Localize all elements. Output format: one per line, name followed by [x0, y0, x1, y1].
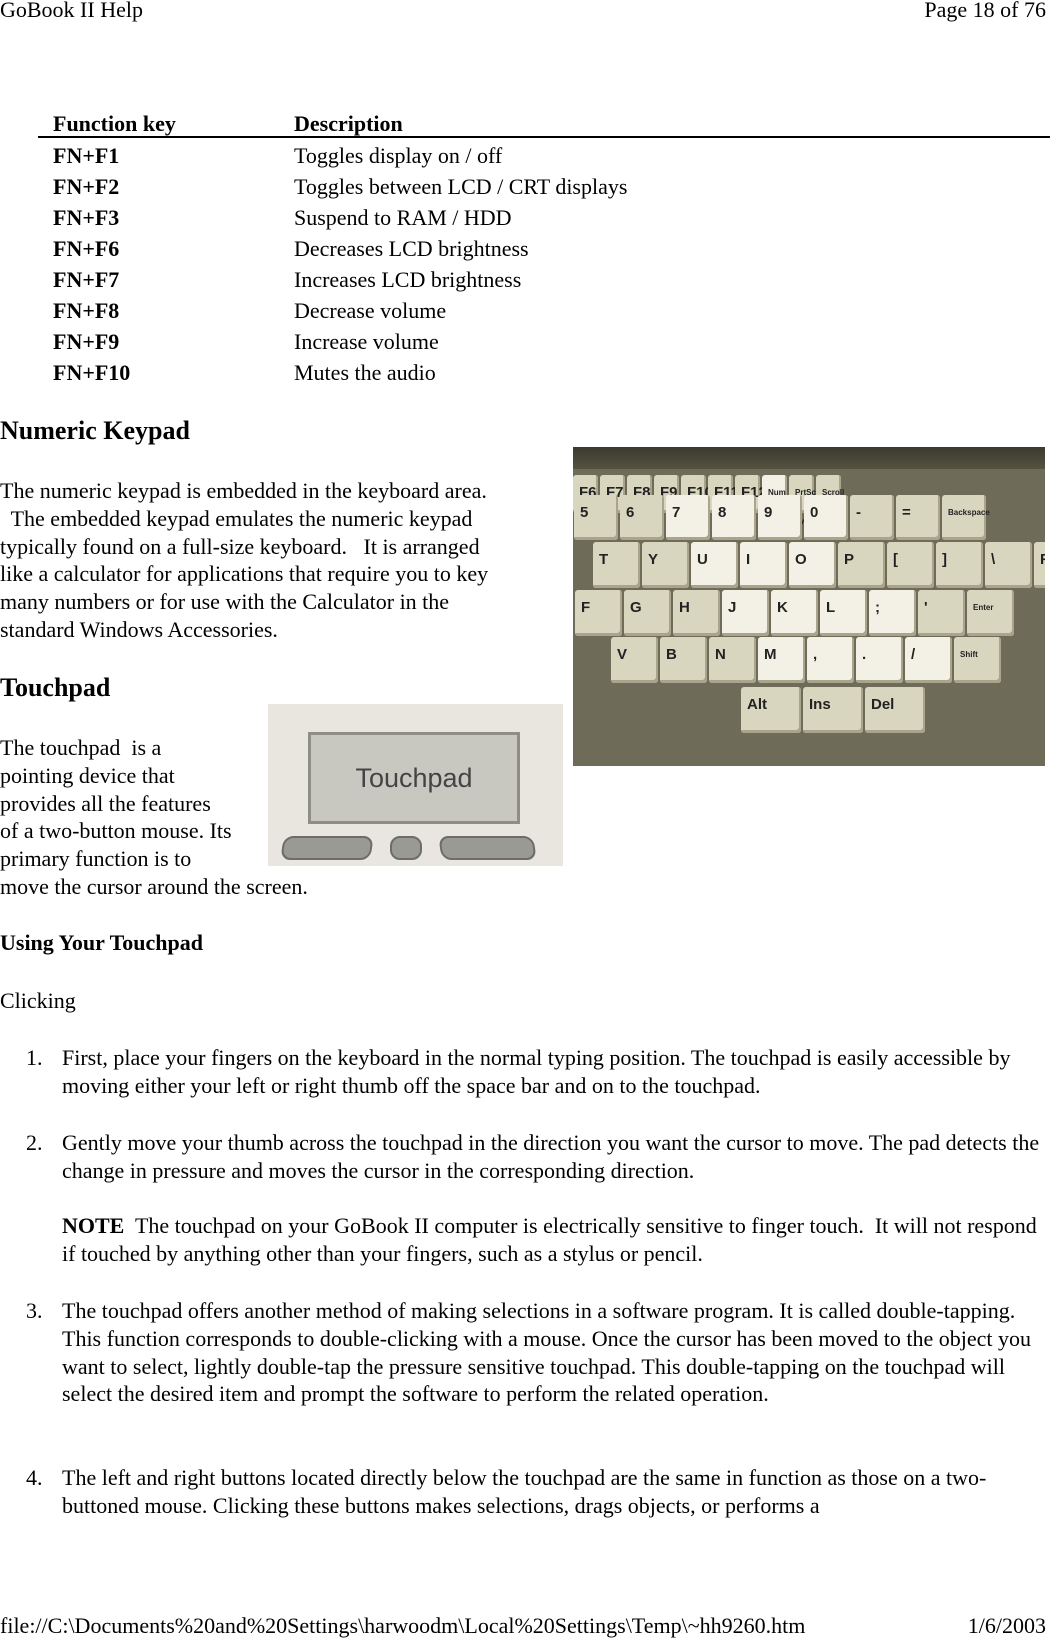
function-key: FN+F6 — [53, 236, 120, 261]
keyboard-key: G — [624, 590, 671, 636]
page-number: Page 18 of 76 — [924, 0, 1046, 22]
description: Toggles display on / off — [294, 143, 503, 168]
table-divider — [38, 136, 1050, 138]
text-line: The numeric keypad is embedded in the ke… — [0, 478, 487, 503]
numeric-keypad-text: The numeric keypad is embedded in the ke… — [0, 477, 488, 644]
keyboard-key: I — [740, 542, 787, 588]
keyboard-key: N — [709, 637, 756, 683]
keyboard-key: F — [575, 590, 622, 636]
touchpad-heading: Touchpad — [0, 673, 111, 702]
keyboard-key: J — [722, 590, 769, 636]
description: Increase volume — [294, 329, 439, 354]
keyboard-key: 9 — [758, 495, 802, 540]
list-text: Gently move your thumb across the touchp… — [62, 1130, 1040, 1183]
keyboard-key: K — [771, 590, 818, 636]
function-key: FN+F3 — [53, 205, 120, 230]
keyboard-key: Alt — [741, 687, 801, 733]
text-line: standard Windows Accessories. — [0, 616, 278, 642]
keyboard-key: \ — [985, 542, 1032, 588]
list-number: 2. — [26, 1130, 43, 1155]
keyboard-key: = — [896, 495, 940, 540]
description: Increases LCD brightness — [294, 267, 522, 292]
keyboard-key: L — [820, 590, 867, 636]
text-line: primary function is to — [0, 846, 192, 872]
keyboard-key: Del — [865, 687, 925, 733]
list-text: The left and right buttons located direc… — [62, 1465, 987, 1518]
keyboard-key: H — [673, 590, 720, 636]
keyboard-key: , — [807, 637, 854, 683]
keyboard-image: F6F7F8F9F10F11F12Num LockPrtSc SysRqScro… — [573, 447, 1045, 766]
text-line: provides all the features — [0, 790, 211, 816]
text-line: of a two-button mouse. Its — [0, 818, 232, 844]
touchpad-image: Touchpad — [268, 704, 563, 866]
keyboard-key: - — [850, 495, 894, 540]
function-key: FN+F9 — [53, 329, 120, 354]
right-button — [438, 836, 537, 860]
keyboard-key: M — [758, 637, 805, 683]
text-line: like a calculator for applications that … — [0, 561, 489, 587]
keyboard-key: T — [593, 542, 640, 588]
text-line: The touchpad is a — [0, 735, 162, 760]
keyboard-key: O — [789, 542, 836, 588]
keyboard-key: 7 — [666, 495, 710, 540]
clicking-subheading: Clicking — [0, 988, 76, 1013]
keyboard-key: P — [838, 542, 885, 588]
text-line: The embedded keypad emulates the numeric… — [0, 505, 473, 531]
footer-path: file://C:\Documents%20and%20Settings\har… — [0, 1613, 806, 1638]
keyboard-key: 0 — [804, 495, 848, 540]
text-line: many numbers or for use with the Calcula… — [0, 589, 450, 615]
header-title: GoBook II Help — [0, 0, 143, 22]
keyboard-key: . — [856, 637, 903, 683]
text-line: move the cursor around the screen. — [0, 873, 308, 899]
keyboard-key: ] — [936, 542, 983, 588]
function-key: FN+F2 — [53, 174, 120, 199]
numeric-keypad-heading: Numeric Keypad — [0, 416, 190, 445]
description: Mutes the audio — [294, 360, 436, 385]
keyboard-key: ' — [918, 590, 965, 636]
keyboard-key: Backspace — [942, 495, 990, 540]
function-key: FN+F7 — [53, 267, 120, 292]
text-line: typically found on a full-size keyboard.… — [0, 533, 480, 559]
note-text: The touchpad on your GoBook II computer … — [62, 1213, 1043, 1266]
list-text: The touchpad offers another method of ma… — [62, 1298, 1031, 1407]
keyboard-key: Ins — [803, 687, 863, 733]
keyboard-key: B — [660, 637, 707, 683]
footer-date: 1/6/2003 — [967, 1613, 1046, 1638]
keyboard-key: / — [905, 637, 952, 683]
using-touchpad-heading: Using Your Touchpad — [0, 930, 203, 955]
description: Suspend to RAM / HDD — [294, 205, 512, 230]
function-key: FN+F10 — [53, 360, 131, 385]
description: Decreases LCD brightness — [294, 236, 529, 261]
keyboard-key: Enter — [967, 590, 1014, 636]
function-key: FN+F8 — [53, 298, 120, 323]
text-line: pointing device that — [0, 762, 175, 788]
list-text: First, place your fingers on the keyboar… — [62, 1045, 1011, 1098]
column-header-key: Function key — [53, 111, 176, 136]
keyboard-key: [ — [887, 542, 934, 588]
keyboard-key: ; — [869, 590, 916, 636]
keyboard-key: Y — [642, 542, 689, 588]
function-key: FN+F1 — [53, 143, 120, 168]
keyboard-key: 8 — [712, 495, 756, 540]
description: Toggles between LCD / CRT displays — [294, 174, 628, 199]
touchpad-text: The touchpad is a pointing device that pro… — [0, 734, 308, 901]
keyboard-key: V — [611, 637, 658, 683]
keyboard-key: Shift — [954, 637, 1001, 683]
note-label: NOTE — [62, 1213, 125, 1238]
left-button — [280, 836, 374, 860]
list-number: 3. — [26, 1298, 43, 1323]
description: Decrease volume — [294, 298, 447, 323]
list-number: 4. — [26, 1465, 43, 1490]
keyboard-key: 5 — [574, 495, 618, 540]
list-number: 1. — [26, 1045, 43, 1070]
touchpad-surface: Touchpad — [308, 732, 520, 824]
middle-button — [390, 836, 422, 860]
column-header-description: Description — [294, 111, 403, 136]
keyboard-key: F — [1034, 542, 1045, 588]
keyboard-key: 6 — [620, 495, 664, 540]
keyboard-key: U — [691, 542, 738, 588]
